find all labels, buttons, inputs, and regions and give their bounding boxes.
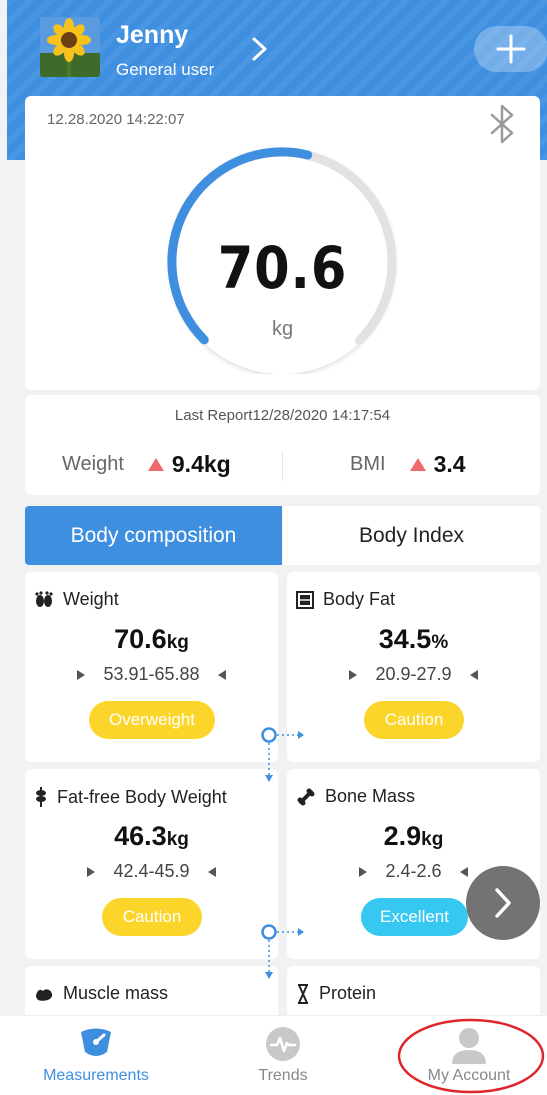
user-role: General user [116,60,215,79]
metric-unit: kg [166,632,189,653]
weight-delta-label: Weight [62,453,124,475]
footprint-icon [35,590,53,607]
metric-label: Protein [319,983,377,1003]
range-arrow-icon [469,669,478,680]
status-badge: Excellent [361,898,468,936]
up-arrow-icon [147,458,164,471]
nav-label: Measurements [43,1067,149,1084]
nav-measurements[interactable]: Measurements [5,1016,187,1095]
range-arrow-icon [87,866,96,877]
chevron-right-icon[interactable] [250,36,270,67]
tab-body-index[interactable]: Body Index [283,506,540,565]
status-badge: Caution [364,701,464,739]
range-arrow-icon [459,866,468,877]
weight-delta-value: 9.4kg [171,451,231,477]
metric-number: 2.9 [383,821,422,851]
weight-value: 70.6 [217,234,348,302]
last-report-text: Last Report12/28/2020 14:17:54 [174,407,391,424]
fat-free-icon [36,787,46,807]
metric-label: Muscle mass [63,983,169,1003]
metric-unit: % [431,632,449,653]
muscle-icon [36,988,53,1001]
metric-number: 46.3 [114,821,167,851]
scale-icon [81,1028,111,1056]
metric-label: Weight [63,589,119,609]
range-arrow-icon [349,669,358,680]
tab-body-composition[interactable]: Body composition [25,506,282,565]
metric-number: 70.6 [114,624,167,654]
up-arrow-icon [409,458,426,471]
bluetooth-icon[interactable] [486,104,518,149]
last-report-card: Last Report12/28/2020 14:17:54 Weight 9.… [25,395,540,495]
metric-tile-weight[interactable]: Weight 70.6kg 53.91-65.88 Overweight [25,572,278,762]
metric-value: 2.9kg [287,821,540,852]
bmi-delta: BMI 3.4 [350,451,466,478]
sunflower-icon [40,17,100,77]
metric-range: 42.4-45.9 [25,861,278,882]
bmi-delta-label: BMI [350,453,386,475]
range-arrow-icon [207,866,216,877]
user-avatar[interactable] [40,17,100,77]
metric-unit: kg [166,829,189,850]
body-fat-icon [296,590,314,609]
metric-value: 46.3kg [25,821,278,852]
metric-range-text: 20.9-27.9 [375,664,452,684]
weight-delta: Weight 9.4kg [62,451,231,478]
range-arrow-icon [77,669,86,680]
status-badge: Overweight [89,701,215,739]
weight-card: 12.28.2020 14:22:07 70.6 kg [25,96,540,390]
metric-range: 53.91-65.88 [25,664,278,685]
metric-value: 34.5% [287,624,540,655]
tile-connector [261,924,304,979]
range-arrow-icon [359,866,368,877]
user-name[interactable]: Jenny [116,21,188,50]
nav-label: Trends [258,1067,308,1084]
bone-icon [297,788,315,805]
metric-range: 20.9-27.9 [287,664,540,685]
metric-tile-body-fat[interactable]: Body Fat 34.5% 20.9-27.9 Caution [287,572,540,762]
divider [282,451,283,481]
range-arrow-icon [217,669,226,680]
tile-connector [261,727,304,782]
metric-label: Fat-free Body Weight [57,786,227,807]
metric-label: Body Fat [323,589,396,609]
bmi-delta-value: 3.4 [433,451,466,477]
highlight-ellipse [397,1018,545,1094]
add-user-button[interactable] [474,26,547,72]
protein-icon [298,983,308,1004]
metric-tile-fat-free-weight[interactable]: Fat-free Body Weight 46.3kg 42.4-45.9 Ca… [25,769,278,959]
nav-trends[interactable]: Trends [192,1016,374,1095]
metric-range-text: 42.4-45.9 [113,861,190,881]
plus-icon [496,34,526,64]
metric-range-text: 53.91-65.88 [103,664,200,684]
trends-icon [266,1027,300,1061]
metric-unit: kg [421,829,444,850]
status-badge: Caution [102,898,202,936]
metric-value: 70.6kg [25,624,278,655]
measurement-datetime: 12.28.2020 14:22:07 [47,111,185,128]
weight-unit: kg [271,318,294,340]
metric-range-text: 2.4-2.6 [385,861,442,881]
metric-label: Bone Mass [325,786,416,806]
next-button[interactable] [466,866,540,940]
metric-number: 34.5 [378,624,432,654]
chevron-right-icon [495,888,511,918]
